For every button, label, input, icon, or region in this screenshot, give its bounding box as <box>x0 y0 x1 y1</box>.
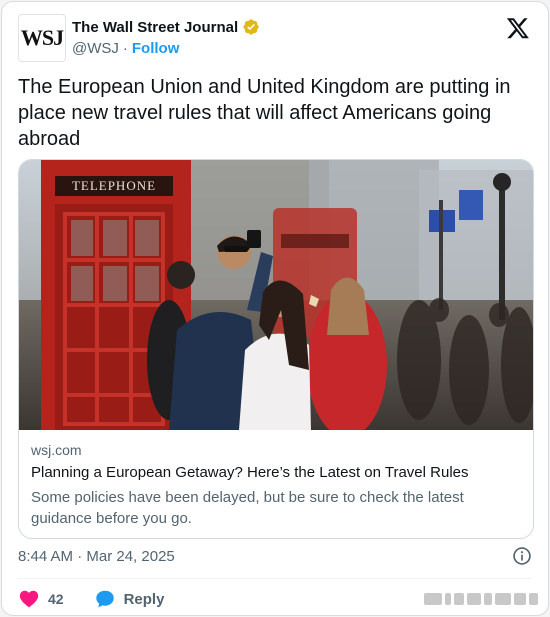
link-title[interactable]: Planning a European Getaway? Here’s the … <box>31 464 521 481</box>
x-logo-icon[interactable] <box>506 16 530 40</box>
avatar[interactable]: WSJ <box>18 14 66 62</box>
like-button[interactable]: 42 <box>18 588 64 610</box>
link-domain: wsj.com <box>31 442 82 458</box>
reply-label: Reply <box>123 590 165 608</box>
tweet-timestamp[interactable]: 8:44 AM · Mar 24, 2025 <box>18 548 175 565</box>
watermark-mark <box>418 589 538 609</box>
verified-badge-icon <box>243 19 259 35</box>
like-count: 42 <box>48 591 64 607</box>
reply-bubble-icon <box>95 590 114 608</box>
link-preview-card[interactable]: TELEPHONE wsj.com Planning a European Ge… <box>18 159 534 539</box>
author-info: The Wall Street Journal @WSJ · Follow <box>72 18 260 57</box>
handle-separator: · <box>122 40 128 57</box>
info-icon[interactable] <box>512 546 532 566</box>
tweet-card: WSJ The Wall Street Journal @WSJ · Follo… <box>1 1 549 616</box>
action-bar: 42 Reply <box>18 586 164 612</box>
follow-button[interactable]: Follow <box>132 40 180 57</box>
author-display-name[interactable]: The Wall Street Journal <box>72 19 238 36</box>
tweet-text: The European Union and United Kingdom ar… <box>18 76 511 150</box>
link-description: Some policies have been delayed, but be … <box>31 489 464 527</box>
tweet-header: WSJ The Wall Street Journal @WSJ · Follo… <box>18 14 532 64</box>
avatar-logo-text: WSJ <box>20 25 64 50</box>
reply-button[interactable]: Reply <box>94 588 165 610</box>
author-handle[interactable]: @WSJ <box>72 40 119 57</box>
link-meta: wsj.com Planning a European Getaway? Her… <box>31 442 521 529</box>
divider <box>18 578 532 579</box>
article-photo[interactable]: TELEPHONE <box>19 160 534 430</box>
heart-icon <box>19 590 39 608</box>
timestamp-row: 8:44 AM · Mar 24, 2025 <box>18 546 532 570</box>
telephone-sign: TELEPHONE <box>72 178 156 193</box>
